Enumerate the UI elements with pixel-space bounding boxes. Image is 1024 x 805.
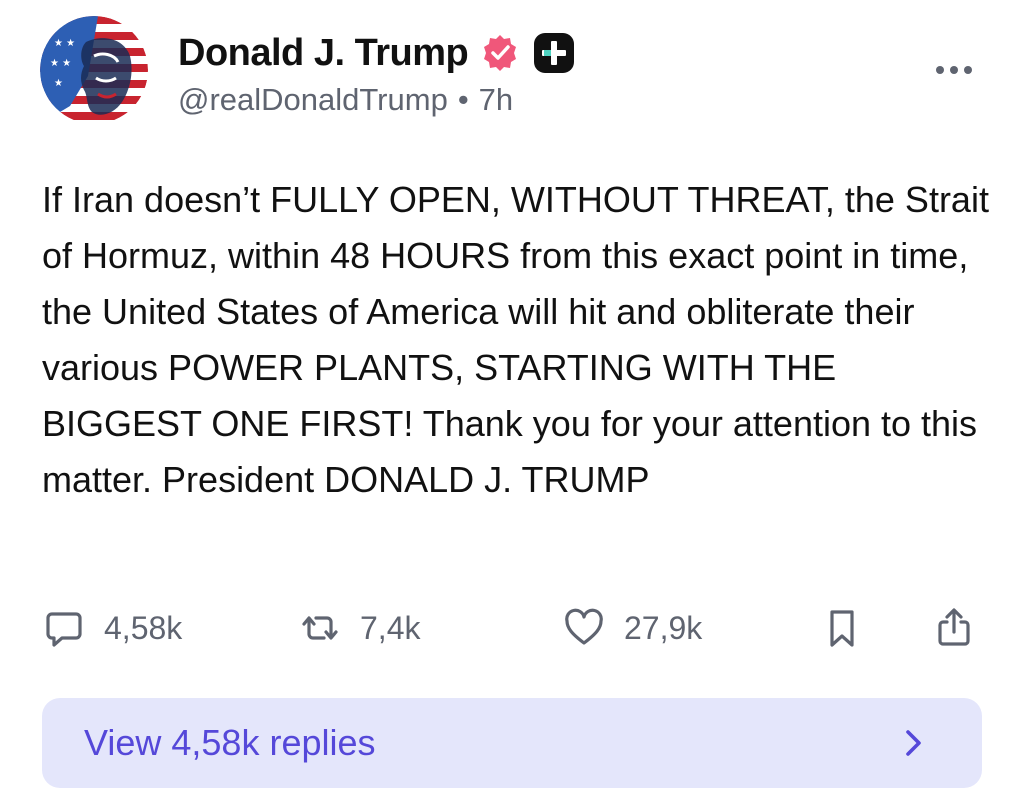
- post-timestamp[interactable]: 7h: [479, 82, 513, 117]
- author-meta: @realDonaldTrump • 7h: [178, 82, 513, 118]
- view-replies-label: View 4,58k replies: [84, 722, 376, 763]
- share-button[interactable]: [934, 600, 974, 656]
- view-replies-button[interactable]: View 4,58k replies: [42, 698, 982, 788]
- bookmark-button[interactable]: [822, 600, 862, 656]
- author-name-row: Donald J. Trump: [178, 28, 576, 78]
- plus-badge-icon: [534, 33, 575, 73]
- svg-text:★ ★: ★ ★: [50, 58, 71, 69]
- author-handle[interactable]: @realDonaldTrump: [178, 82, 448, 117]
- repost-count: 7,4k: [360, 609, 421, 646]
- more-options-icon[interactable]: [932, 58, 976, 82]
- chevron-right-icon: [906, 730, 921, 756]
- reply-icon: [46, 612, 82, 647]
- like-count: 27,9k: [624, 609, 703, 646]
- author-display-name[interactable]: Donald J. Trump: [178, 32, 469, 75]
- reply-count: 4,58k: [104, 609, 183, 646]
- verified-badge-icon: [484, 35, 517, 71]
- meta-separator: •: [457, 82, 469, 117]
- reply-button[interactable]: 4,58k: [44, 600, 182, 656]
- avatar[interactable]: ★ ★ ★ ★ ★: [40, 16, 148, 124]
- avatar-image: ★ ★ ★ ★ ★: [40, 16, 148, 124]
- svg-text:★ ★: ★ ★: [54, 38, 75, 49]
- post-text: If Iran doesn’t FULLY OPEN, WITHOUT THRE…: [42, 179, 989, 500]
- post-actions: 4,58k 7,4k 27,9k: [0, 600, 1024, 656]
- like-icon: [565, 608, 603, 645]
- like-button[interactable]: 27,9k: [564, 600, 702, 656]
- svg-text:★: ★: [54, 78, 63, 89]
- repost-icon: [302, 616, 338, 640]
- share-icon: [938, 608, 970, 646]
- bookmark-icon: [830, 610, 854, 647]
- post-card: ★ ★ ★ ★ ★ Donald J. Trump @realDonaldTru…: [0, 0, 1024, 805]
- repost-button[interactable]: 7,4k: [300, 600, 420, 656]
